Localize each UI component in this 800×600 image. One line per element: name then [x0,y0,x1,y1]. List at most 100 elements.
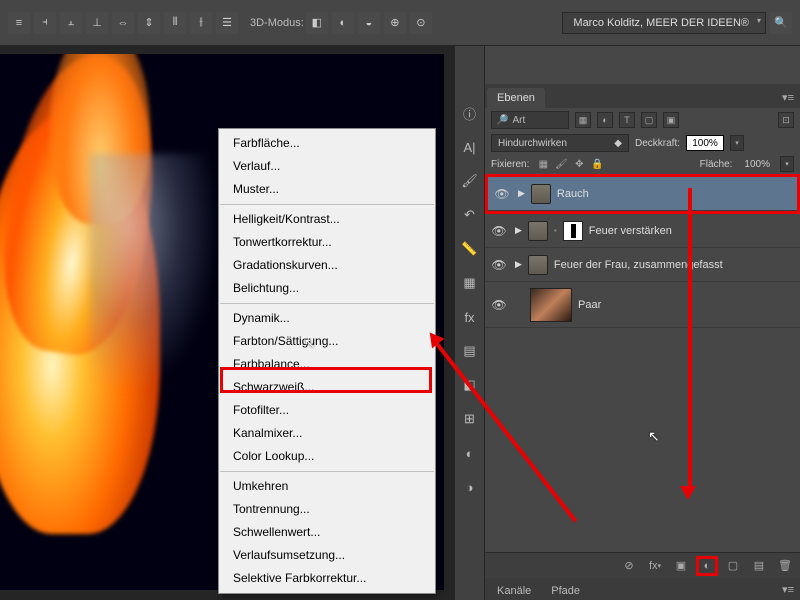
layer-row[interactable]: 👁 Paar [485,282,800,328]
menu-item-verlauf[interactable]: Verlauf... [219,155,435,178]
distribute-icon[interactable]: ☰ [216,12,238,34]
character-panel-icon[interactable]: A| [460,138,480,156]
layer-row[interactable]: 👁▶▪Feuer verstärken [485,214,800,248]
layers-panel-icon[interactable]: ▤ [460,342,480,360]
info-panel-icon[interactable]: ⓘ [460,104,480,122]
menu-item-verlaufsumsetzung[interactable]: Verlaufsumsetzung... [219,544,435,567]
layers-list: 👁▶Rauch👁▶▪Feuer verstärken👁▶Feuer der Fr… [485,174,800,552]
lock-pixels-icon[interactable]: 🖌 [553,156,569,172]
layer-mask-icon[interactable]: ▣ [670,556,692,576]
link-layers-icon[interactable]: ⊘ [618,556,640,576]
filter-toggle-icon[interactable]: ⊡ [778,112,794,128]
folder-icon [531,184,551,204]
layers-panel: Ebenen ▾≡ 🔎 Art ▦ ◐ T ▢ ▣ ⊡ Hindurchwirk… [484,46,800,600]
layer-row[interactable]: 👁▶Rauch [488,177,797,211]
menu-item-fotofilter[interactable]: Fotofilter... [219,399,435,422]
opacity-dropdown-icon[interactable]: ▾ [730,135,744,151]
delete-layer-icon[interactable]: 🗑 [774,556,796,576]
3d-icon[interactable]: ◧ [306,12,328,34]
fill-label: Fläche: [700,159,733,170]
filter-shape-icon[interactable]: ▢ [641,112,657,128]
menu-item-farbflche[interactable]: Farbfläche... [219,132,435,155]
align-icon[interactable]: ≡ [8,12,30,34]
visibility-toggle-icon[interactable]: 👁 [489,224,509,238]
distribute-icon[interactable]: ⫴ [164,12,186,34]
menu-item-colorlookup[interactable]: Color Lookup... [219,445,435,468]
filter-adjust-icon[interactable]: ◐ [597,112,613,128]
color-panel-icon[interactable]: ◧ [460,376,480,394]
properties-panel-icon[interactable]: ⊞ [460,410,480,428]
menu-item-belichtung[interactable]: Belichtung... [219,277,435,300]
layers-bottom-bar: ⊘ fx▾ ▣ ◐ ▢ ▤ 🗑 [485,552,800,578]
panel-menu-icon[interactable]: ▾≡ [776,87,800,108]
expand-icon[interactable]: ▶ [518,188,525,199]
menu-item-schwarzwei[interactable]: Schwarzweiß... [219,376,435,399]
tab-paths[interactable]: Pfade [541,582,590,600]
options-bar: ≡ ⫞ ⫠ ⊥ ⇔ ⇕ ⫴ ⫲ ☰ 3D-Modus: ◧ ◐ ◒ ⊕ ⊙ Ma… [0,0,800,46]
menu-separator [220,471,434,472]
layer-filter-type[interactable]: 🔎 Art [491,111,569,129]
expand-icon[interactable]: ▶ [515,259,522,270]
menu-item-farbbalance[interactable]: Farbbalance... [219,353,435,376]
new-layer-icon[interactable]: ▤ [748,556,770,576]
filter-smart-icon[interactable]: ▣ [663,112,679,128]
opacity-input[interactable]: 100% [686,135,724,151]
fill-dropdown-icon[interactable]: ▾ [780,156,794,172]
filter-pixel-icon[interactable]: ▦ [575,112,591,128]
adjustments-panel-icon[interactable]: ◑ [460,478,480,496]
3d-icon[interactable]: ⊙ [410,12,432,34]
mask-panel-icon[interactable]: ◐ [460,444,480,462]
menu-item-dynamik[interactable]: Dynamik... [219,307,435,330]
filter-type-icon[interactable]: T [619,112,635,128]
align-icon[interactable]: ⫞ [34,12,56,34]
styles-panel-icon[interactable]: fx [460,308,480,326]
3d-icon[interactable]: ◒ [358,12,380,34]
visibility-toggle-icon[interactable]: 👁 [489,298,509,312]
fill-value[interactable]: 100% [744,159,770,170]
lock-label: Fixieren: [491,159,529,170]
menu-item-farbtonsttigung[interactable]: Farbton/Sättigung... [219,330,435,353]
expand-icon[interactable]: ▶ [515,225,522,236]
tab-layers[interactable]: Ebenen [487,88,545,108]
panel-dock: ⓘ A| 🖌 ↶ 📏 ▦ fx ▤ ◧ ⊞ ◐ ◑ [454,46,484,600]
history-panel-icon[interactable]: ↶ [460,206,480,224]
layer-row[interactable]: 👁▶Feuer der Frau, zusammengefasst [485,248,800,282]
brush-panel-icon[interactable]: 🖌 [460,172,480,190]
distribute-icon[interactable]: ⇔ [112,12,134,34]
layer-name: Feuer verstärken [589,225,672,237]
distribute-icon[interactable]: ⇕ [138,12,160,34]
search-icon[interactable]: 🔍 [770,12,792,34]
layer-fx-icon[interactable]: fx▾ [644,556,666,576]
swatches-panel-icon[interactable]: ▦ [460,274,480,292]
menu-item-gradationskurven[interactable]: Gradationskurven... [219,254,435,277]
blend-mode-select[interactable]: Hindurchwirken◆ [491,134,629,152]
menu-item-helligkeitkontrast[interactable]: Helligkeit/Kontrast... [219,208,435,231]
workspace-switcher[interactable]: Marco Kolditz, MEER DER IDEEN® [562,12,766,34]
3d-icon[interactable]: ⊕ [384,12,406,34]
adjustment-layer-context-menu: Farbfläche...Verlauf...Muster... Helligke… [218,128,436,594]
distribute-icon[interactable]: ⫲ [190,12,212,34]
measure-panel-icon[interactable]: 📏 [460,240,480,258]
menu-item-selektivefarbkorrektur[interactable]: Selektive Farbkorrektur... [219,567,435,590]
layer-name: Paar [578,299,601,311]
menu-item-tontrennung[interactable]: Tontrennung... [219,498,435,521]
new-adjustment-layer-icon[interactable]: ◐ [696,556,718,576]
panel-menu-icon[interactable]: ▾≡ [776,579,800,600]
lock-all-icon[interactable]: 🔒 [589,156,605,172]
align-icon[interactable]: ⊥ [86,12,108,34]
lock-transparency-icon[interactable]: ▦ [535,156,551,172]
menu-item-schwellenwert[interactable]: Schwellenwert... [219,521,435,544]
menu-item-umkehren[interactable]: Umkehren [219,475,435,498]
mask-thumb [563,221,583,241]
lock-position-icon[interactable]: ✥ [571,156,587,172]
folder-icon [528,221,548,241]
new-group-icon[interactable]: ▢ [722,556,744,576]
menu-item-muster[interactable]: Muster... [219,178,435,201]
align-icon[interactable]: ⫠ [60,12,82,34]
menu-item-kanalmixer[interactable]: Kanalmixer... [219,422,435,445]
menu-item-tonwertkorrektur[interactable]: Tonwertkorrektur... [219,231,435,254]
visibility-toggle-icon[interactable]: 👁 [492,187,512,201]
visibility-toggle-icon[interactable]: 👁 [489,258,509,272]
tab-channels[interactable]: Kanäle [487,582,541,600]
3d-icon[interactable]: ◐ [332,12,354,34]
